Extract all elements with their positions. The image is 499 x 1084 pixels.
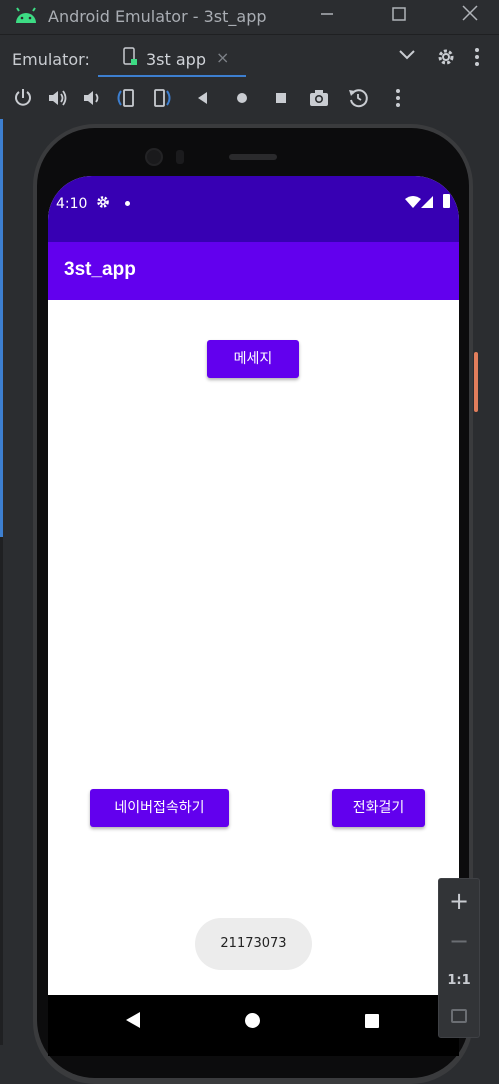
nav-home-icon[interactable] <box>245 1013 260 1028</box>
replay-icon[interactable] <box>347 87 369 109</box>
tab-close-icon[interactable]: × <box>216 48 229 67</box>
toast-message: 21173073 <box>195 918 312 970</box>
window-title: Android Emulator - 3st_app <box>48 7 267 26</box>
system-nav-bar <box>48 995 459 1056</box>
app-title: 3st_app <box>64 259 136 280</box>
emulator-toolbar <box>0 77 499 119</box>
camera-icon[interactable] <box>308 87 330 109</box>
android-icon <box>16 7 36 23</box>
nav-recents-icon[interactable] <box>365 1014 379 1028</box>
proximity-sensor <box>176 150 184 164</box>
nav-back-icon[interactable] <box>126 1012 140 1028</box>
zoom-in-button[interactable]: + <box>439 887 479 915</box>
zoom-one-to-one-button[interactable]: 1:1 <box>439 973 479 988</box>
rotate-right-icon[interactable] <box>152 87 174 109</box>
status-time: 4:10 <box>56 196 88 212</box>
volume-up-icon[interactable] <box>46 87 68 109</box>
emulator-tab-bar: Emulator: 3st app × <box>0 34 499 78</box>
volume-down-icon[interactable] <box>80 87 102 109</box>
rotate-left-icon[interactable] <box>114 87 136 109</box>
settings-status-icon <box>97 196 109 208</box>
home-icon[interactable] <box>231 87 253 109</box>
battery-icon <box>443 194 450 208</box>
emulator-label: Emulator: <box>12 50 90 69</box>
zoom-fit-icon[interactable] <box>451 1009 467 1023</box>
phone-side-button[interactable] <box>474 352 478 412</box>
device-icon <box>123 47 137 65</box>
notification-dot-icon <box>125 201 130 206</box>
call-button[interactable]: 전화걸기 <box>332 789 425 827</box>
maximize-button[interactable] <box>384 3 414 29</box>
app-bar: 3st_app <box>48 242 459 300</box>
device-screen[interactable]: 4:10 3st_app 메세지 네이버접속하기 전화걸기 21173073 <box>48 176 459 1056</box>
wifi-icon <box>405 196 421 208</box>
status-bar: 4:10 <box>48 176 459 242</box>
zoom-out-button[interactable]: − <box>439 927 479 955</box>
back-icon[interactable] <box>192 87 214 109</box>
minimize-button[interactable] <box>312 3 342 29</box>
gear-icon[interactable] <box>436 47 456 67</box>
maximize-icon <box>392 7 406 21</box>
front-camera-icon <box>145 148 163 166</box>
zoom-panel: + − 1:1 <box>438 878 480 1038</box>
chevron-down-icon[interactable] <box>398 48 416 62</box>
more-icon[interactable] <box>387 87 409 109</box>
minimize-icon <box>321 13 333 15</box>
left-accent-edge <box>0 119 3 537</box>
window-title-bar: Android Emulator - 3st_app <box>0 0 499 34</box>
naver-connect-button[interactable]: 네이버접속하기 <box>90 789 229 827</box>
more-vertical-icon[interactable] <box>474 47 480 67</box>
tab-3st-app[interactable]: 3st app × <box>98 35 246 78</box>
power-icon[interactable] <box>12 87 34 109</box>
overview-icon[interactable] <box>270 87 292 109</box>
signal-icon <box>421 196 433 208</box>
close-window-button[interactable] <box>455 3 485 29</box>
message-button[interactable]: 메세지 <box>207 340 299 378</box>
tab-label: 3st app <box>146 50 206 69</box>
close-icon <box>462 5 478 21</box>
left-dark-edge <box>0 537 3 1045</box>
earpiece-speaker <box>229 154 277 160</box>
